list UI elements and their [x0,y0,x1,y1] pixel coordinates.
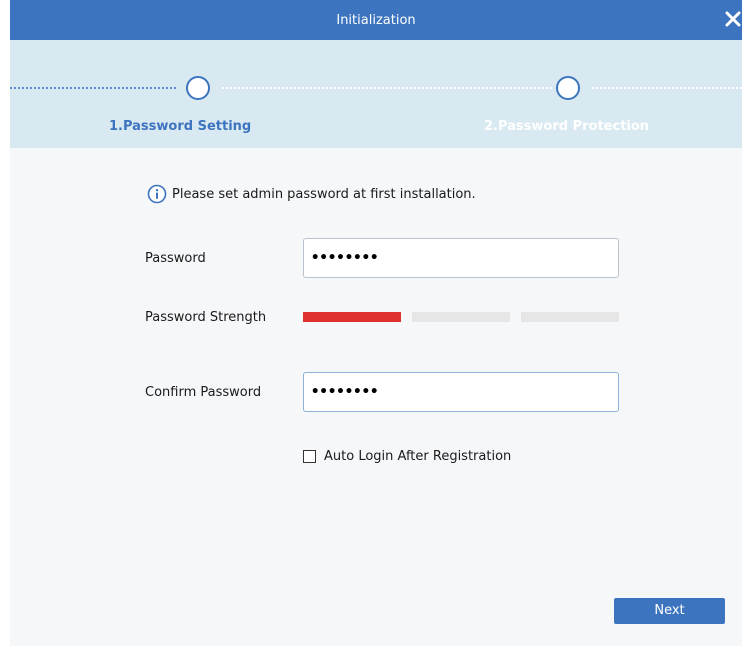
strength-segment-1 [303,312,401,322]
window-title: Initialization [336,13,416,28]
step-2-indicator [556,76,580,100]
title-bar: Initialization [10,0,742,40]
password-input[interactable] [303,238,619,278]
step-1-label: 1.Password Setting [109,119,252,134]
close-button[interactable] [722,8,742,30]
info-icon [147,184,167,204]
confirm-password-label: Confirm Password [145,385,262,400]
auto-login-checkbox-row[interactable]: Auto Login After Registration [303,449,511,464]
password-strength-label: Password Strength [145,310,267,325]
auto-login-label: Auto Login After Registration [324,449,512,464]
step-1-indicator [186,76,210,100]
step-connector [222,87,552,89]
strength-segment-3 [521,312,619,322]
step-connector [10,87,176,89]
step-indicator: 1.Password Setting 2.Password Protection [10,40,742,148]
step-2-label: 2.Password Protection [484,119,650,134]
step-connector [592,87,742,89]
next-button[interactable]: Next [614,598,725,624]
info-text: Please set admin password at first insta… [172,186,476,202]
initialization-dialog: Initialization 1.Password Setting 2.Pass… [10,0,742,646]
info-message: Please set admin password at first insta… [147,183,476,205]
password-label: Password [145,251,206,266]
auto-login-checkbox[interactable] [303,450,316,463]
close-icon [725,11,741,27]
strength-segment-2 [412,312,510,322]
confirm-password-input[interactable] [303,372,619,412]
